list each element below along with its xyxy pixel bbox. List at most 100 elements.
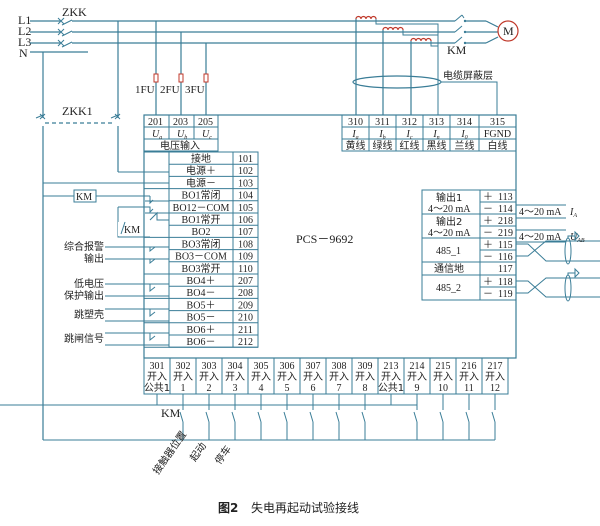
bi-contact-icon	[231, 411, 236, 423]
current-terminal-312: 312	[402, 117, 417, 128]
left-terminal-label: BO3常开	[182, 262, 221, 275]
bi-index: 4	[259, 383, 264, 394]
bi-index: 9	[415, 383, 420, 394]
alarm-output-label-2: 输出	[84, 252, 104, 265]
contactor-position-label: 接触器位置	[150, 428, 189, 476]
fuse-3fu-icon	[203, 73, 209, 83]
output2-label: 输出2	[436, 215, 462, 228]
terminal-117: 117	[498, 264, 513, 275]
bi-terminal-301: 301	[150, 361, 165, 372]
output1-signal: 4～20 mA	[519, 207, 562, 218]
bi-km-label: KM	[161, 406, 181, 420]
trip-mccb-label: 跳塑壳	[74, 308, 104, 321]
output1-minus-sign: －	[483, 204, 493, 215]
terminal-115: 115	[498, 240, 513, 251]
motor-label: M	[503, 24, 514, 38]
left-terminal-label: 电源＋	[186, 164, 216, 177]
terminal-114: 114	[498, 204, 513, 215]
current-terminal-315: 315	[490, 117, 505, 128]
fuse-2fu-label: 2FU	[160, 84, 180, 96]
left-terminal-label: BO5＋	[187, 300, 216, 311]
wire-color-label: 黄线	[346, 139, 366, 152]
rs485-2-plus-sign: ＋	[483, 277, 493, 288]
fuse-1fu-icon	[153, 73, 159, 83]
output2-signal: 4～20 mA	[519, 232, 562, 243]
bi-label: 开入	[277, 372, 297, 383]
undervoltage-label-2: 保护输出	[64, 289, 104, 302]
left-terminal-label: BO6＋	[187, 325, 216, 336]
bi-terminal-307: 307	[306, 361, 321, 372]
stop-label: 停车	[212, 443, 234, 467]
left-terminal-number: 105	[238, 203, 253, 214]
bi-index: 10	[438, 383, 448, 394]
left-terminal-number: 102	[238, 166, 253, 177]
wire-color-label: 白线	[488, 139, 508, 152]
binary-input-table: 301开入公共1302开入1303开入2304开入3305开入4306开入530…	[143, 357, 509, 395]
bi-terminal-305: 305	[254, 361, 269, 372]
start-label: 起动	[188, 440, 209, 463]
left-terminal-label: BO1常开	[182, 213, 221, 226]
bi-index: 公共1	[144, 382, 170, 394]
bi-label: 开入	[407, 372, 427, 383]
left-terminal-number: 106	[238, 215, 253, 226]
bi-contact-icon	[413, 411, 418, 423]
current-terminal-311: 311	[375, 117, 390, 128]
km-contact-label: KM	[124, 225, 140, 236]
left-terminal-number: 110	[238, 264, 253, 275]
bi-label: 开入	[225, 372, 245, 383]
left-terminal-number: 107	[238, 227, 253, 238]
left-terminal-number: 212	[238, 337, 253, 348]
aux-breaker-zkk1	[35, 21, 121, 440]
km-coil-label: KM	[76, 192, 92, 203]
left-terminal-label: BO12－COM	[173, 203, 230, 214]
output1-range: 4～20 mA	[428, 204, 471, 215]
main-breaker-zkk	[57, 17, 73, 48]
cable-shield-icon	[352, 75, 442, 89]
terminal-119: 119	[498, 289, 513, 300]
bi-contact-icon	[257, 411, 262, 423]
bi-contact-icon	[439, 411, 444, 423]
bi-contact-icon	[465, 411, 470, 423]
left-terminal-label: BO4＋	[187, 276, 216, 287]
left-terminal-number: 211	[238, 325, 253, 336]
bi-terminal-306: 306	[280, 361, 295, 372]
bi-terminal-215: 215	[436, 361, 451, 372]
wiring-diagram: L1 L2 L3 N ZKK ZKK1 1FU 2FU 3FU 电缆屏蔽层 KM…	[0, 5, 600, 515]
contactor-km-label: KM	[447, 43, 467, 57]
left-terminal-label: BO1常闭	[182, 189, 221, 202]
bi-label: 开入	[173, 372, 193, 383]
bi-index: 8	[363, 383, 368, 394]
left-terminal-number: 210	[238, 313, 253, 324]
voltage-input-label: 电压输入	[160, 139, 200, 152]
wire-color-label: 绿线	[373, 139, 393, 152]
rs485-2-minus-sign: －	[483, 289, 493, 300]
bi-label: 开入	[433, 372, 453, 383]
bi-terminal-304: 304	[228, 361, 243, 372]
terminal-219: 219	[498, 228, 513, 239]
bi-contact-icon	[205, 411, 210, 423]
right-wiring	[516, 204, 600, 298]
terminal-118: 118	[498, 277, 513, 288]
terminal-218: 218	[498, 216, 513, 227]
bi-label: 开入	[355, 372, 375, 383]
voltage-taps	[155, 21, 207, 115]
bi-contact-icon	[283, 411, 288, 423]
shield-ground-wire	[441, 81, 498, 115]
bi-label: 开入	[329, 372, 349, 383]
current-terminal-313: 313	[429, 117, 444, 128]
fuse-2fu-icon	[178, 73, 184, 83]
current-symbol: FGND	[484, 129, 511, 140]
voltage-terminal-203: 203	[173, 117, 188, 128]
current-terminal-314: 314	[457, 117, 472, 128]
output1-quantity: IA	[569, 207, 577, 219]
left-terminal-number: 104	[238, 191, 253, 202]
left-terminal-label: 电源－	[186, 176, 216, 189]
current-terminal-310: 310	[348, 117, 363, 128]
bi-terminal-302: 302	[176, 361, 191, 372]
bi-label: 开入	[459, 372, 479, 383]
device-model: PCS－9692	[296, 232, 353, 246]
wire-color-label: 兰线	[455, 139, 475, 152]
bi-index: 6	[311, 383, 316, 394]
left-terminal-number: 108	[238, 239, 253, 250]
left-terminal-number: 207	[238, 276, 253, 287]
